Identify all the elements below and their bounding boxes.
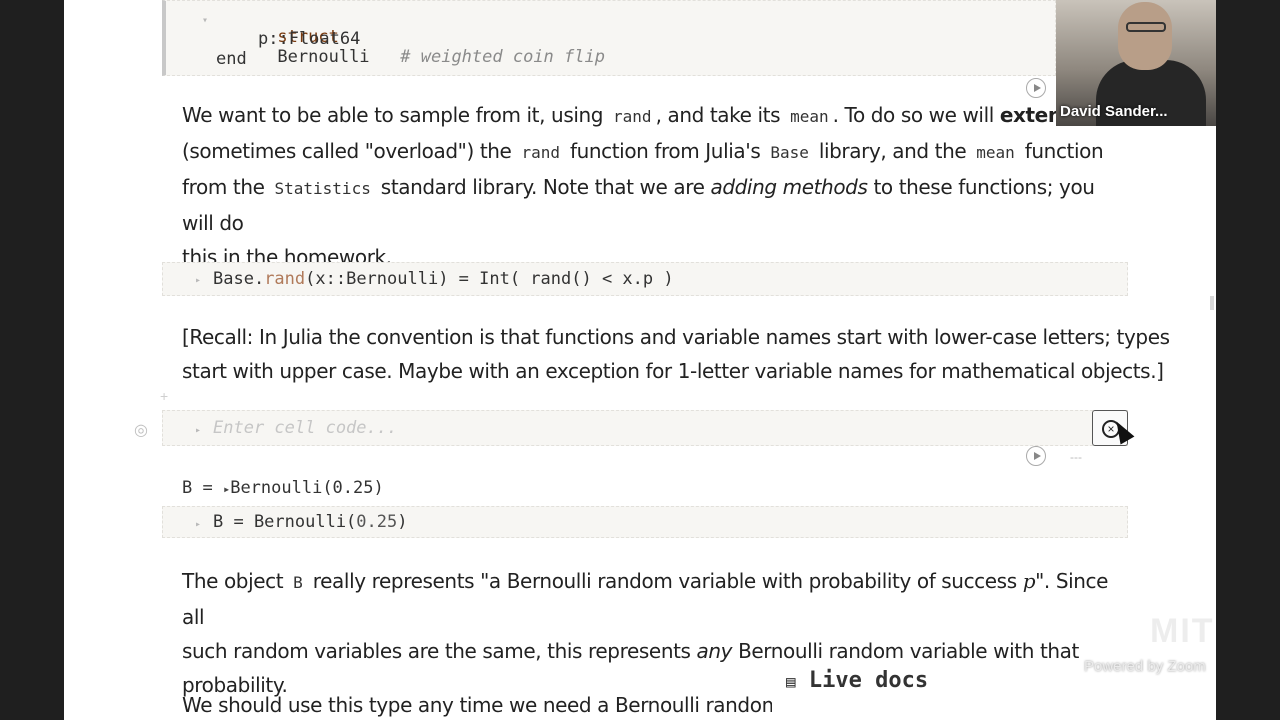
- run-cell-button[interactable]: [1026, 446, 1046, 466]
- powered-by-zoom: Powered by Zoom: [1084, 658, 1206, 675]
- struct-end: end: [216, 49, 247, 69]
- cell-input[interactable]: Enter cell code...: [213, 418, 397, 438]
- books-icon: ▤: [786, 672, 796, 691]
- fold-marker: ▸: [195, 519, 202, 530]
- scroll-indicator[interactable]: [1210, 296, 1214, 310]
- participant-name: David Sander...: [1060, 103, 1168, 120]
- b-code-cell[interactable]: ▸ B = Bernoulli(0.25): [162, 506, 1128, 538]
- rand-fn: rand: [264, 269, 306, 289]
- paragraph-extend: We want to be able to sample from it, us…: [182, 103, 1104, 269]
- fold-marker: ▸: [195, 425, 202, 436]
- paragraph-object-b: The object B really represents "a Bernou…: [182, 569, 1109, 697]
- paragraph-recall: [Recall: In Julia the convention is that…: [182, 325, 1170, 383]
- add-cell-plus[interactable]: +: [160, 388, 168, 404]
- struct-comment: # weighted coin flip: [400, 47, 605, 67]
- rand-rest: (x::Bernoulli) = Int( rand() < x.p ): [305, 269, 674, 289]
- empty-code-cell[interactable]: ▸ Enter cell code...: [162, 410, 1128, 446]
- cell-output: B = ▸Bernoulli(0.25): [182, 478, 384, 498]
- notebook-page: ▾ struct Bernoulli # weighted coin flip …: [64, 0, 1216, 720]
- struct-code-cell[interactable]: ▾ struct Bernoulli # weighted coin flip …: [162, 0, 1056, 76]
- fold-marker: ▾: [202, 15, 209, 26]
- mit-logo: MIT: [1150, 612, 1215, 650]
- fold-marker: ▸: [195, 275, 202, 286]
- more-dots: ---: [1070, 450, 1082, 464]
- run-cell-button[interactable]: [1026, 78, 1046, 98]
- rand-code-cell[interactable]: ▸ Base.rand(x::Bernoulli) = Int( rand() …: [162, 262, 1128, 296]
- live-docs-button[interactable]: ▤ Live docs: [786, 668, 928, 693]
- struct-field: p::Float64: [258, 29, 361, 49]
- rand-base: Base.: [213, 269, 265, 289]
- paragraph-use-type: We should use this type any time we need…: [182, 693, 772, 717]
- eye-icon[interactable]: ◎: [134, 420, 148, 440]
- video-participant: David Sander...: [1056, 0, 1216, 126]
- struct-name: Bernoulli: [277, 47, 370, 67]
